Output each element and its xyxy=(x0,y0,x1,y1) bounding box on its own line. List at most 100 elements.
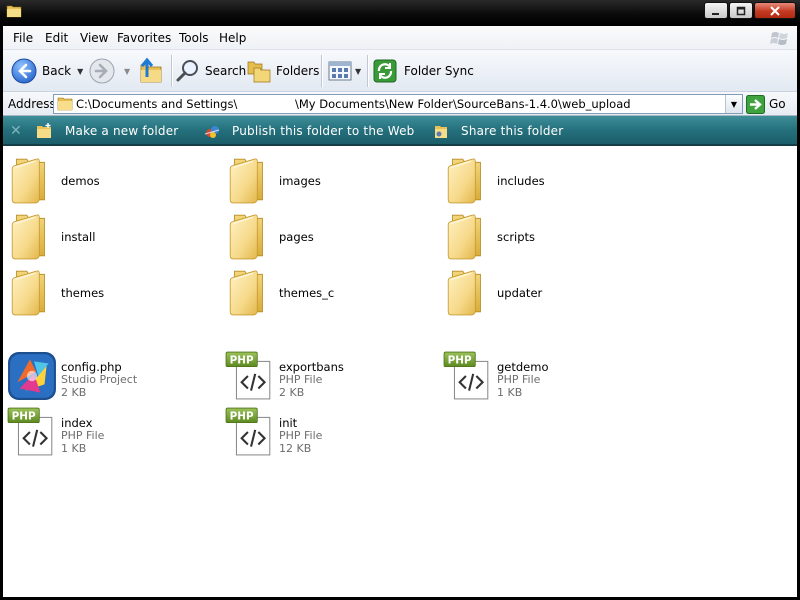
file-item-exportbans[interactable]: exportbans PHP File 2 KB xyxy=(225,351,435,403)
share-folder-task[interactable]: Share this folder xyxy=(433,116,563,146)
menu-file[interactable]: File xyxy=(13,31,33,45)
forward-button[interactable]: ▼ xyxy=(89,50,130,92)
file-name: init xyxy=(279,416,298,430)
file-size: 1 KB xyxy=(497,386,523,399)
folder-name: themes_c xyxy=(279,286,335,300)
folder-sync-label: Folder Sync xyxy=(404,64,474,78)
php-file-icon xyxy=(7,407,57,457)
file-item-config[interactable]: config.php Studio Project 2 KB xyxy=(7,351,217,403)
toolbar-separator xyxy=(321,55,322,87)
folder-name: install xyxy=(61,230,96,244)
minimize-button[interactable] xyxy=(704,2,728,19)
folders-icon xyxy=(247,61,271,83)
folder-icon xyxy=(225,155,275,205)
folders-button[interactable]: Folders xyxy=(246,50,319,92)
folder-item-themes-c[interactable]: themes_c xyxy=(225,267,435,319)
file-item-index[interactable]: index PHP File 1 KB xyxy=(7,407,217,459)
close-tasks-icon[interactable]: ✕ xyxy=(10,123,22,139)
file-list: demos images includes install pages scri… xyxy=(3,146,797,597)
menu-favorites[interactable]: Favorites xyxy=(117,31,171,45)
address-bar: Address C:\Documents and Settings\ \My D… xyxy=(3,92,797,116)
menu-view[interactable]: View xyxy=(80,31,108,45)
folder-name: demos xyxy=(61,174,100,188)
close-button[interactable] xyxy=(754,2,796,19)
publish-folder-label: Publish this folder to the Web xyxy=(232,124,415,138)
folder-name: images xyxy=(279,174,321,188)
folder-item-demos[interactable]: demos xyxy=(7,155,217,207)
folder-icon xyxy=(443,211,493,261)
forward-dropdown-icon[interactable]: ▼ xyxy=(124,67,130,76)
file-size: 12 KB xyxy=(279,442,312,455)
address-label: Address xyxy=(8,97,56,111)
window-frame: File Edit View Favorites Tools Help Back… xyxy=(0,26,800,600)
close-icon xyxy=(770,5,780,16)
folder-icon xyxy=(443,267,493,317)
make-new-folder-task[interactable]: Make a new folder xyxy=(35,116,178,146)
file-name: exportbans xyxy=(279,360,344,374)
folder-item-images[interactable]: images xyxy=(225,155,435,207)
folder-item-themes[interactable]: themes xyxy=(7,267,217,319)
file-type: Studio Project xyxy=(61,373,138,386)
toolbar-separator xyxy=(367,55,368,87)
search-label: Search xyxy=(205,64,247,78)
menu-edit[interactable]: Edit xyxy=(45,31,68,45)
minimize-icon xyxy=(712,12,719,15)
make-new-folder-label: Make a new folder xyxy=(65,124,179,138)
back-dropdown-icon[interactable]: ▼ xyxy=(77,67,83,76)
address-path-end: \My Documents\New Folder\SourceBans-1.4.… xyxy=(295,97,631,111)
file-name: config.php xyxy=(61,360,122,374)
up-folder-icon xyxy=(140,57,162,83)
folder-item-install[interactable]: install xyxy=(7,211,217,263)
maximize-button[interactable] xyxy=(729,2,753,19)
views-button[interactable]: ▼ xyxy=(328,50,361,92)
file-type: PHP File xyxy=(61,429,105,442)
views-dropdown-icon[interactable]: ▼ xyxy=(355,67,361,76)
folder-icon xyxy=(7,211,57,261)
back-arrow-icon xyxy=(11,58,37,84)
folder-name: scripts xyxy=(497,230,536,244)
explorer-window: File Edit View Favorites Tools Help Back… xyxy=(3,26,797,597)
search-button[interactable]: Search xyxy=(176,50,246,92)
back-label: Back xyxy=(42,64,72,78)
toolbar: Back ▼ ▼ Search Folders ▼ Folder Sync xyxy=(3,50,797,92)
folder-tasks-bar: ✕ Make a new folder Publish this folder … xyxy=(3,116,797,146)
folder-sync-button[interactable]: Folder Sync xyxy=(373,50,474,92)
folder-item-includes[interactable]: includes xyxy=(443,155,653,207)
folder-item-pages[interactable]: pages xyxy=(225,211,435,263)
address-dropdown-button[interactable]: ▼ xyxy=(725,95,742,113)
maximize-icon xyxy=(736,6,746,15)
address-path-start: C:\Documents and Settings\ xyxy=(76,97,238,111)
folders-label: Folders xyxy=(276,64,320,78)
folder-name: pages xyxy=(279,230,314,244)
file-size: 2 KB xyxy=(61,386,87,399)
file-item-init[interactable]: init PHP File 12 KB xyxy=(225,407,435,459)
share-folder-icon xyxy=(435,126,447,138)
toolbar-separator xyxy=(171,55,172,87)
studio-project-icon xyxy=(7,351,57,401)
go-button[interactable]: Go xyxy=(746,94,786,114)
up-folder-button[interactable] xyxy=(137,50,165,92)
title-bar xyxy=(0,0,800,26)
windows-logo-icon xyxy=(770,32,788,45)
go-arrow-icon xyxy=(746,94,765,114)
menu-help[interactable]: Help xyxy=(219,31,246,45)
views-icon xyxy=(328,61,352,81)
address-input[interactable]: C:\Documents and Settings\ \My Documents… xyxy=(53,94,743,114)
file-type: PHP File xyxy=(497,373,541,386)
folder-icon xyxy=(225,267,275,317)
folder-name: themes xyxy=(61,286,105,300)
php-file-icon xyxy=(443,351,493,401)
publish-folder-task[interactable]: Publish this folder to the Web xyxy=(203,116,414,146)
folder-icon xyxy=(57,97,73,111)
file-size: 1 KB xyxy=(61,442,87,455)
new-folder-icon xyxy=(37,123,51,138)
search-icon xyxy=(176,60,198,82)
back-button[interactable]: Back ▼ xyxy=(11,50,83,92)
folder-icon xyxy=(443,155,493,205)
folder-icon xyxy=(7,267,57,317)
file-item-getdemo[interactable]: getdemo PHP File 1 KB xyxy=(443,351,653,403)
menu-tools[interactable]: Tools xyxy=(179,31,209,45)
file-type: PHP File xyxy=(279,373,323,386)
folder-item-updater[interactable]: updater xyxy=(443,267,653,319)
folder-item-scripts[interactable]: scripts xyxy=(443,211,653,263)
